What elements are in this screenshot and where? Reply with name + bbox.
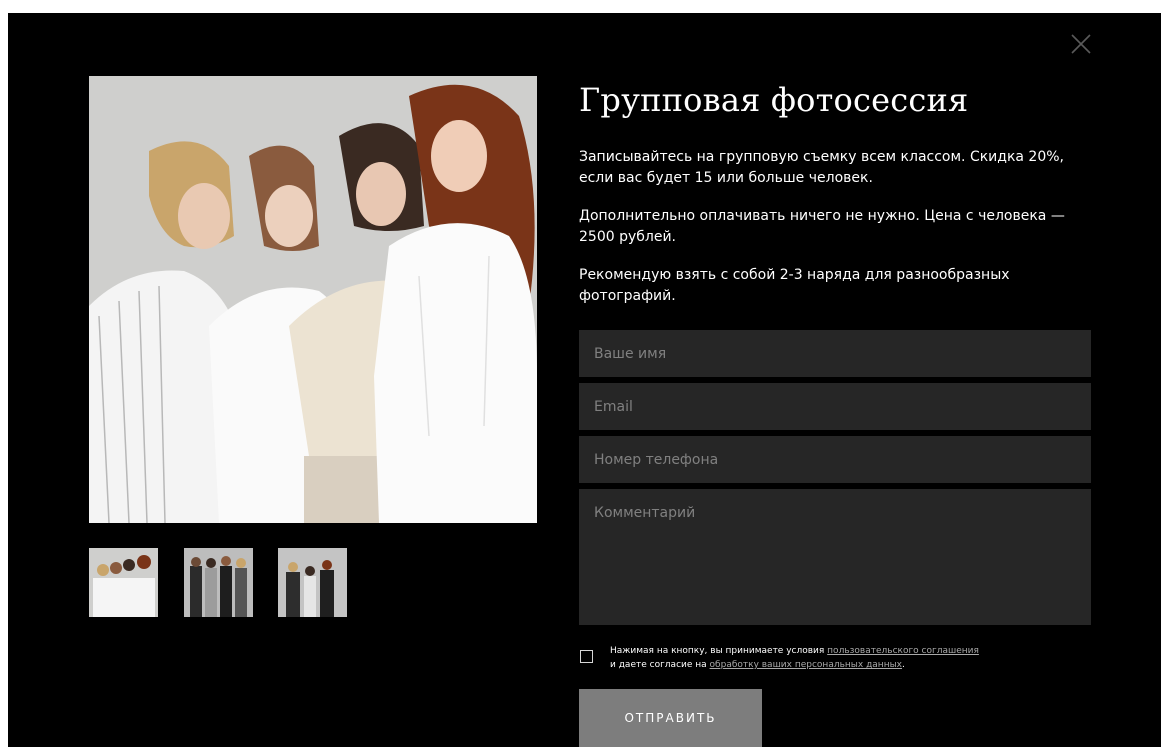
name-input[interactable]	[579, 330, 1091, 377]
consent-text-end: .	[902, 660, 905, 670]
consent-checkbox[interactable]	[580, 650, 593, 663]
main-photo	[89, 76, 537, 523]
description-paragraph-2: Дополнительно оплачивать ничего не нужно…	[579, 208, 1065, 245]
personal-data-link[interactable]: обработку ваших персональных данных	[710, 660, 902, 670]
phone-input[interactable]	[579, 436, 1091, 483]
comment-textarea[interactable]	[579, 489, 1091, 625]
photoshoot-modal: Групповая фотосессия Записывайтесь на гр…	[8, 13, 1161, 747]
description-paragraph-3: Рекомендую взять с собой 2-3 наряда для …	[579, 267, 1010, 304]
consent-text-middle: и даете согласие на	[610, 660, 710, 670]
thumbnail-2[interactable]	[184, 548, 253, 617]
consent-text-before: Нажимая на кнопку, вы принимаете условия	[610, 646, 828, 656]
user-agreement-link[interactable]: пользовательского соглашения	[827, 646, 979, 656]
close-icon[interactable]	[1070, 33, 1092, 55]
email-input[interactable]	[579, 383, 1091, 430]
modal-content: Групповая фотосессия Записывайтесь на гр…	[579, 77, 1091, 304]
thumbnail-3[interactable]	[278, 548, 347, 617]
thumbnail-1[interactable]	[89, 548, 158, 617]
modal-title: Групповая фотосессия	[579, 81, 969, 119]
description-paragraph-1: Записывайтесь на групповую съемку всем к…	[579, 149, 1065, 186]
consent-text: Нажимая на кнопку, вы принимаете условия…	[610, 644, 979, 672]
submit-button[interactable]: ОТПРАВИТЬ	[579, 689, 762, 747]
consent-block: Нажимая на кнопку, вы принимаете условия…	[579, 644, 1091, 674]
